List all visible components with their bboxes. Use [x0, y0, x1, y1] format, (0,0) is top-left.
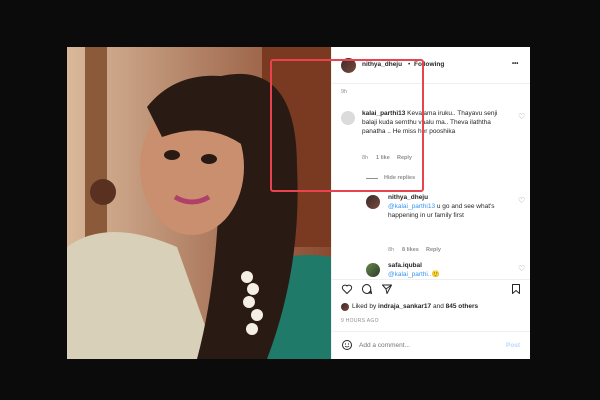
- avatar[interactable]: [366, 263, 380, 277]
- post-comment-button[interactable]: Post: [506, 341, 520, 350]
- avatar[interactable]: [366, 195, 380, 209]
- heart-icon[interactable]: [341, 283, 353, 295]
- like-comment-icon[interactable]: ♡: [518, 113, 525, 121]
- more-options-button[interactable]: •••: [512, 60, 518, 69]
- reply-time: 8h: [388, 247, 395, 253]
- comment-body: @kalai_parthi..🙂: [388, 271, 440, 278]
- post-timestamp: 9 HOURS AGO: [341, 318, 379, 324]
- comment-input[interactable]: [359, 339, 479, 351]
- likes-prefix: Liked by: [352, 303, 379, 310]
- reply-likes[interactable]: 8 likes: [402, 247, 419, 253]
- likes-summary: Liked by indraja_sankar17 and 845 others: [352, 302, 527, 311]
- reply-reply-button[interactable]: Reply: [426, 247, 441, 253]
- reply-text: nithya_dheju @kalai_parthi13 u go and se…: [388, 193, 504, 220]
- emoji-icon[interactable]: [341, 339, 353, 351]
- reply-mention[interactable]: @kalai_parthi13: [388, 203, 435, 210]
- comment-username[interactable]: safa.iqubal: [388, 261, 422, 270]
- reply-username[interactable]: nithya_dheju: [388, 194, 428, 201]
- likes-middle: and: [431, 303, 446, 310]
- share-icon[interactable]: [381, 283, 393, 295]
- likes-user[interactable]: indraja_sankar17: [378, 303, 431, 310]
- comment-icon[interactable]: [361, 283, 373, 295]
- like-reply-icon[interactable]: ♡: [518, 197, 525, 205]
- avatar: [341, 303, 349, 311]
- divider: [332, 279, 530, 280]
- highlight-box: [270, 59, 424, 192]
- like-comment-icon[interactable]: ♡: [518, 265, 525, 273]
- likes-others[interactable]: 845 others: [446, 303, 479, 310]
- bookmark-icon[interactable]: [510, 283, 522, 295]
- divider: [332, 331, 530, 332]
